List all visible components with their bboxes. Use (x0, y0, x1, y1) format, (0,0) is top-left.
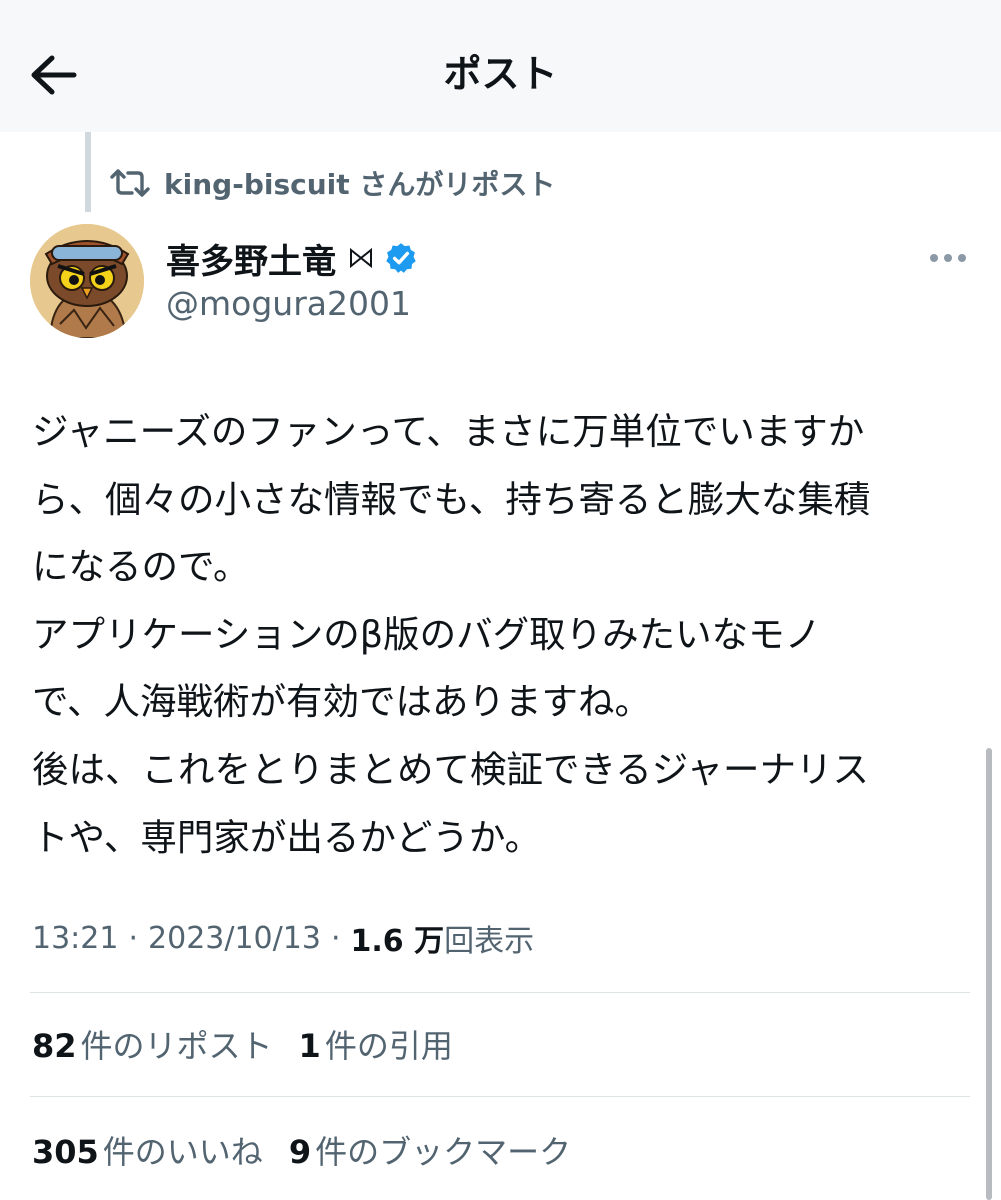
post-text-line: ジャニーズのファンって、まさに万単位でいますか (32, 410, 865, 453)
verified-badge-icon (386, 243, 416, 273)
bowtie-icon (350, 247, 372, 269)
likes-count: 305 (32, 1133, 99, 1171)
more-options-button[interactable] (926, 246, 970, 270)
bookmarks-label: 件のブックマーク (315, 1133, 572, 1171)
quotes-count: 1 (298, 1027, 321, 1065)
repost-stats-row: 82 件のリポスト 1 件の引用 (32, 1020, 479, 1068)
bookmarks-stat[interactable]: 9 件のブックマーク (289, 1127, 571, 1173)
author-name-row[interactable]: 喜多野土竜 (166, 232, 418, 284)
post-meta: 13:21 · 2023/10/13 · 1.6 万 回表示 (32, 914, 534, 962)
post-text-line: アプリケーションのβ版のバグ取りみたいなモノ (32, 612, 822, 656)
repost-icon (110, 169, 150, 197)
divider (30, 1096, 970, 1097)
author-handle[interactable]: @mogura2001 (166, 284, 411, 323)
post-text-line: 後は、これをとりまとめて検証できるジャーナリス (32, 747, 869, 791)
scrollbar[interactable] (986, 748, 992, 1200)
repost-indicator-text: king-biscuit さんがリポスト (164, 168, 556, 201)
likes-stat[interactable]: 305 件のいいね (32, 1127, 263, 1173)
reposts-count: 82 (32, 1027, 77, 1065)
likes-label: 件のいいね (102, 1133, 263, 1171)
bookmarks-count: 9 (288, 1133, 312, 1171)
post-text-line: になるので。 (32, 545, 250, 589)
repost-indicator[interactable]: king-biscuit さんがリポスト (110, 160, 555, 206)
meta-separator: · (330, 920, 341, 956)
post-detail-screen: ポスト king-biscuit さんがリポスト 喜多野土竜 @mogura20… (0, 0, 1001, 1200)
post-text-line: ら、個々の小さな情報でも、持ち寄ると膨大な集積 (32, 477, 871, 521)
thread-connector-line (85, 132, 91, 212)
views-count[interactable]: 1.6 万 (350, 916, 444, 960)
owl-avatar-image (30, 224, 144, 338)
post-text: ジャニーズのファンって、まさに万単位でいますか ら、個々の小さな情報でも、持ち寄… (32, 398, 977, 871)
more-horizontal-icon (930, 254, 966, 262)
page-title: ポスト (443, 52, 558, 96)
post-text-line: で、人海戦術が有効ではありますね。 (32, 680, 652, 724)
like-stats-row: 305 件のいいね 9 件のブックマーク (32, 1126, 597, 1174)
reposts-label: 件のリポスト (80, 1027, 273, 1065)
views-label: 回表示 (444, 924, 535, 959)
quotes-label: 件の引用 (324, 1027, 453, 1065)
post-text-line: トや、専門家が出るかどうか。 (32, 815, 542, 859)
avatar[interactable] (30, 224, 144, 338)
top-bar: ポスト (0, 0, 1001, 132)
reposts-stat[interactable]: 82 件のリポスト (32, 1021, 273, 1067)
divider (30, 992, 970, 993)
post-time: 13:21 (32, 920, 119, 956)
post-date: 2023/10/13 (148, 920, 321, 956)
meta-separator: · (128, 920, 139, 956)
author-name: 喜多野土竜 (166, 241, 336, 282)
quotes-stat[interactable]: 1 件の引用 (299, 1021, 453, 1067)
